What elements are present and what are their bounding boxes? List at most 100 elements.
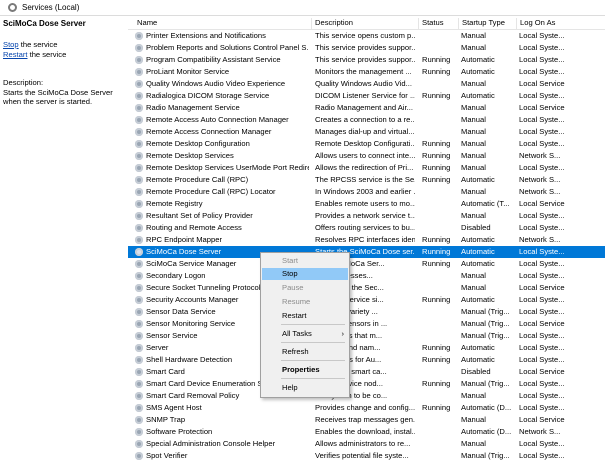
service-row[interactable]: Remote Access Connection Manager Manages …	[128, 126, 605, 138]
menu-item-refresh[interactable]: Refresh	[262, 346, 348, 358]
service-name-cell: Radialogica DICOM Storage Service	[146, 91, 270, 100]
menu-item-resume[interactable]: Resume	[262, 296, 348, 308]
service-startup-cell: Manual	[461, 163, 486, 172]
service-name-cell: Spot Verifier	[146, 451, 188, 460]
service-row[interactable]: Remote Access Auto Connection Manager Cre…	[128, 114, 605, 126]
service-row[interactable]: Smart Card Device Enumeration Se......wa…	[128, 378, 605, 390]
menu-item-all-tasks[interactable]: All Tasks ›	[262, 328, 348, 340]
service-row[interactable]: Special Administration Console Helper All…	[128, 438, 605, 450]
stop-link[interactable]: Stop	[3, 40, 19, 49]
service-status-cell: Running	[422, 235, 451, 244]
service-logon-cell: Local Syste...	[519, 379, 565, 388]
service-name-cell: Remote Procedure Call (RPC) Locator	[146, 187, 276, 196]
service-description-cell: Provides change and config...	[315, 403, 415, 412]
service-row[interactable]: RPC Endpoint Mapper Resolves RPC interfac…	[128, 234, 605, 246]
service-row[interactable]: Server..., print, and nam...RunningAutom…	[128, 342, 605, 354]
service-row[interactable]: Security Accounts Manager... of this ser…	[128, 294, 605, 306]
service-startup-cell: Automatic	[461, 235, 495, 244]
service-row[interactable]: Remote Procedure Call (RPC) The RPCSS ser…	[128, 174, 605, 186]
service-row[interactable]: SNMP Trap Receives trap messages gen... Ma…	[128, 414, 605, 426]
service-row[interactable]: Quality Windows Audio Video Experience Qu…	[128, 78, 605, 90]
service-row[interactable]: Secure Socket Tunneling Protocol...pport…	[128, 282, 605, 294]
service-row[interactable]: SMS Agent Host Provides change and config…	[128, 402, 605, 414]
service-startup-cell: Manual	[461, 31, 486, 40]
stop-link-suffix: the service	[18, 40, 58, 49]
service-row[interactable]: Smart Card Removal Policy ...e system to …	[128, 390, 605, 402]
service-startup-cell: Automatic	[461, 67, 495, 76]
service-startup-cell: Automatic (D...	[461, 403, 512, 412]
service-row[interactable]: Problem Reports and Solutions Control Pa…	[128, 42, 605, 54]
service-name-cell: Resultant Set of Policy Provider	[146, 211, 253, 220]
service-row[interactable]: Remote Desktop Services Allows users to c…	[128, 150, 605, 162]
restart-link-suffix: the service	[27, 50, 67, 59]
service-gear-icon	[135, 344, 143, 352]
service-row[interactable]: Remote Desktop Configuration Remote Deskt…	[128, 138, 605, 150]
menu-item-restart[interactable]: Restart	[262, 310, 348, 322]
window-title: Services (Local)	[22, 3, 80, 12]
menu-item-help[interactable]: Help	[262, 382, 348, 394]
service-row[interactable]: Sensor Data Service... from a variety ..…	[128, 306, 605, 318]
service-status-cell: Running	[422, 175, 451, 184]
service-description-cell: Provides a network service t...	[315, 211, 415, 220]
menu-item-stop[interactable]: Stop	[262, 268, 348, 280]
service-logon-cell: Local Syste...	[519, 355, 565, 364]
column-header-name[interactable]: Name	[134, 18, 312, 29]
service-name-cell: SMS Agent Host	[146, 403, 202, 412]
service-row[interactable]: Printer Extensions and Notifications This…	[128, 30, 605, 42]
service-name-cell: Printer Extensions and Notifications	[146, 31, 266, 40]
service-row[interactable]: Sensor Service...r sensors that m...Manu…	[128, 330, 605, 342]
service-logon-cell: Local Syste...	[519, 67, 565, 76]
service-row[interactable]: Program Compatibility Assistant Service T…	[128, 54, 605, 66]
service-description-cell: Receives trap messages gen...	[315, 415, 415, 424]
column-header-log-on-as[interactable]: Log On As	[516, 18, 605, 29]
service-gear-icon	[135, 368, 143, 376]
service-startup-cell: Automatic	[461, 343, 495, 352]
column-header-startup-type[interactable]: Startup Type	[458, 18, 516, 29]
service-name-cell: Remote Access Connection Manager	[146, 127, 272, 136]
service-gear-icon	[135, 356, 143, 364]
service-gear-icon	[135, 56, 143, 64]
service-row[interactable]: Smart Card ...ccess to smart ca... Disable…	[128, 366, 605, 378]
services-list: ^ Name Description Status Startup Type L…	[128, 16, 605, 462]
service-row[interactable]: Remote Registry Enables remote users to m…	[128, 198, 605, 210]
service-row[interactable]: Radialogica DICOM Storage Service DICOM L…	[128, 90, 605, 102]
menu-item-start[interactable]: Start	[262, 255, 348, 267]
service-logon-cell: Local Syste...	[519, 127, 565, 136]
service-gear-icon	[135, 380, 143, 388]
service-row[interactable]: Shell Hardware Detection...tifications f…	[128, 354, 605, 366]
service-logon-cell: Local Syste...	[519, 31, 565, 40]
service-description-cell: Quality Windows Audio Vid...	[315, 79, 412, 88]
service-row[interactable]: ProLiant Monitor Service Monitors the man…	[128, 66, 605, 78]
restart-link[interactable]: Restart	[3, 50, 27, 59]
column-header-description[interactable]: Description	[311, 18, 418, 29]
service-logon-cell: Local Service	[519, 319, 565, 328]
service-row[interactable]: SciMoCa Dose Server Starts the SciMoCa Do…	[128, 246, 605, 258]
service-row[interactable]: Secondary Logon...ng processes...ManualL…	[128, 270, 605, 282]
service-logon-cell: Network S...	[519, 175, 561, 184]
menu-separator	[281, 342, 345, 343]
service-row[interactable]: Routing and Remote Access Offers routing …	[128, 222, 605, 234]
service-gear-icon	[135, 92, 143, 100]
service-description-cell: Enables the download, instal...	[315, 427, 415, 436]
service-status-cell: Running	[422, 403, 451, 412]
column-header-status[interactable]: Status	[418, 18, 458, 29]
service-row[interactable]: SciMoCa Service Manager...the SciMoCa Se…	[128, 258, 605, 270]
service-row[interactable]: Software Protection Enables the download,…	[128, 426, 605, 438]
service-row[interactable]: Sensor Monitoring Service ...arious senso…	[128, 318, 605, 330]
service-description-cell: This service opens custom p...	[315, 31, 415, 40]
service-name-cell: ProLiant Monitor Service	[146, 67, 230, 76]
menu-item-pause[interactable]: Pause	[262, 282, 348, 294]
service-row[interactable]: Resultant Set of Policy Provider Provides…	[128, 210, 605, 222]
service-gear-icon	[135, 212, 143, 220]
service-startup-cell: Disabled	[461, 223, 491, 232]
service-row[interactable]: Remote Procedure Call (RPC) Locator In Wi…	[128, 186, 605, 198]
service-row[interactable]: Remote Desktop Services UserMode Port Re…	[128, 162, 605, 174]
service-startup-cell: Automatic	[461, 259, 495, 268]
menu-item-properties[interactable]: Properties	[262, 364, 348, 376]
service-logon-cell: Local Syste...	[519, 91, 565, 100]
service-row[interactable]: Radio Management Service Radio Management…	[128, 102, 605, 114]
service-logon-cell: Local Syste...	[519, 307, 565, 316]
service-logon-cell: Local Syste...	[519, 331, 565, 340]
service-row[interactable]: Spot Verifier Verifies potential file sys…	[128, 450, 605, 462]
service-logon-cell: Local Service	[519, 415, 565, 424]
